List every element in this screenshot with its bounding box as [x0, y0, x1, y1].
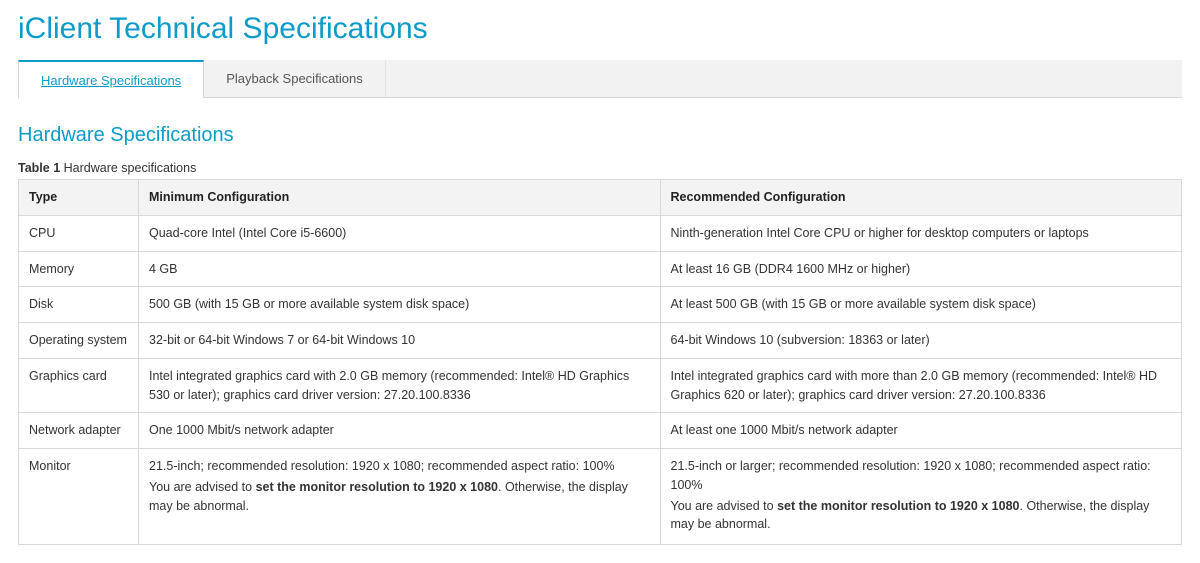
hardware-spec-table: Type Minimum Configuration Recommended C…: [18, 179, 1182, 545]
tab-strip: Hardware Specifications Playback Specifi…: [18, 60, 1182, 98]
monitor-rec-line1: 21.5-inch or larger; recommended resolut…: [671, 457, 1172, 495]
monitor-min-bold: set the monitor resolution to 1920 x 108…: [256, 480, 498, 494]
monitor-min-pre: You are advised to: [149, 480, 256, 494]
cell-rec: At least one 1000 Mbit/s network adapter: [660, 413, 1182, 449]
col-header-rec: Recommended Configuration: [660, 180, 1182, 216]
cell-min: One 1000 Mbit/s network adapter: [139, 413, 661, 449]
cell-min: 500 GB (with 15 GB or more available sys…: [139, 287, 661, 323]
monitor-rec-pre: You are advised to: [671, 499, 778, 513]
cell-type: Memory: [19, 251, 139, 287]
table-row: Disk 500 GB (with 15 GB or more availabl…: [19, 287, 1182, 323]
section-title: Hardware Specifications: [18, 124, 1182, 147]
cell-type: Disk: [19, 287, 139, 323]
cell-type: Network adapter: [19, 413, 139, 449]
table-caption-number: Table 1: [18, 161, 60, 175]
cell-min: Intel integrated graphics card with 2.0 …: [139, 358, 661, 413]
cell-rec: 21.5-inch or larger; recommended resolut…: [660, 449, 1182, 545]
cell-type: Operating system: [19, 323, 139, 359]
monitor-min-line2: You are advised to set the monitor resol…: [149, 478, 650, 516]
table-row: Operating system 32-bit or 64-bit Window…: [19, 323, 1182, 359]
table-caption-text: Hardware specifications: [60, 161, 196, 175]
tab-playback-specifications[interactable]: Playback Specifications: [204, 60, 386, 97]
cell-min: 21.5-inch; recommended resolution: 1920 …: [139, 449, 661, 545]
cell-min: 32-bit or 64-bit Windows 7 or 64-bit Win…: [139, 323, 661, 359]
monitor-min-line1: 21.5-inch; recommended resolution: 1920 …: [149, 457, 650, 476]
cell-rec: 64-bit Windows 10 (subversion: 18363 or …: [660, 323, 1182, 359]
cell-min: 4 GB: [139, 251, 661, 287]
col-header-type: Type: [19, 180, 139, 216]
cell-rec: At least 500 GB (with 15 GB or more avai…: [660, 287, 1182, 323]
table-caption: Table 1 Hardware specifications: [18, 161, 1182, 175]
monitor-rec-bold: set the monitor resolution to 1920 x 108…: [777, 499, 1019, 513]
cell-min: Quad-core Intel (Intel Core i5-6600): [139, 215, 661, 251]
cell-rec: Ninth-generation Intel Core CPU or highe…: [660, 215, 1182, 251]
cell-type: CPU: [19, 215, 139, 251]
col-header-min: Minimum Configuration: [139, 180, 661, 216]
table-row: Graphics card Intel integrated graphics …: [19, 358, 1182, 413]
cell-type: Graphics card: [19, 358, 139, 413]
table-row: Monitor 21.5-inch; recommended resolutio…: [19, 449, 1182, 545]
tab-hardware-specifications[interactable]: Hardware Specifications: [18, 60, 204, 98]
table-row: Network adapter One 1000 Mbit/s network …: [19, 413, 1182, 449]
monitor-rec-line2: You are advised to set the monitor resol…: [671, 497, 1172, 535]
cell-rec: At least 16 GB (DDR4 1600 MHz or higher): [660, 251, 1182, 287]
tab-label: Playback Specifications: [226, 71, 363, 86]
table-row: CPU Quad-core Intel (Intel Core i5-6600)…: [19, 215, 1182, 251]
tab-label: Hardware Specifications: [41, 73, 181, 88]
page-title: iClient Technical Specifications: [18, 12, 1182, 46]
table-row: Memory 4 GB At least 16 GB (DDR4 1600 MH…: [19, 251, 1182, 287]
cell-rec: Intel integrated graphics card with more…: [660, 358, 1182, 413]
table-header-row: Type Minimum Configuration Recommended C…: [19, 180, 1182, 216]
cell-type: Monitor: [19, 449, 139, 545]
